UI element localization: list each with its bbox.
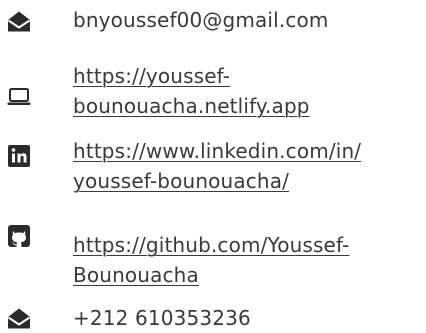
github-icon <box>8 225 30 247</box>
laptop-icon <box>7 88 31 105</box>
github-link[interactable]: https://github.com/Youssef- Bounouacha <box>73 230 349 290</box>
github-link-line-1: https://github.com/Youssef- <box>73 233 350 257</box>
linkedin-icon <box>8 145 30 167</box>
envelope-open-icon <box>7 11 31 32</box>
linkedin-link[interactable]: https://www.linkedin.com/in/ youssef-bou… <box>73 136 361 196</box>
linkedin-link-line-2: youssef-bounouacha/ <box>73 169 290 193</box>
website-link[interactable]: https://youssef- bounouacha.netlify.app <box>73 61 310 121</box>
email-text: bnyoussef00@gmail.com <box>73 8 329 32</box>
contact-list: bnyoussef00@gmail.com https://youssef- b… <box>0 0 426 330</box>
website-link-line-1: https://youssef- <box>73 64 231 88</box>
website-link-line-2: bounouacha.netlify.app <box>73 94 310 118</box>
envelope-open-icon <box>7 308 31 329</box>
github-link-line-2: Bounouacha <box>73 263 199 287</box>
linkedin-link-line-1: https://www.linkedin.com/in/ <box>73 139 362 163</box>
